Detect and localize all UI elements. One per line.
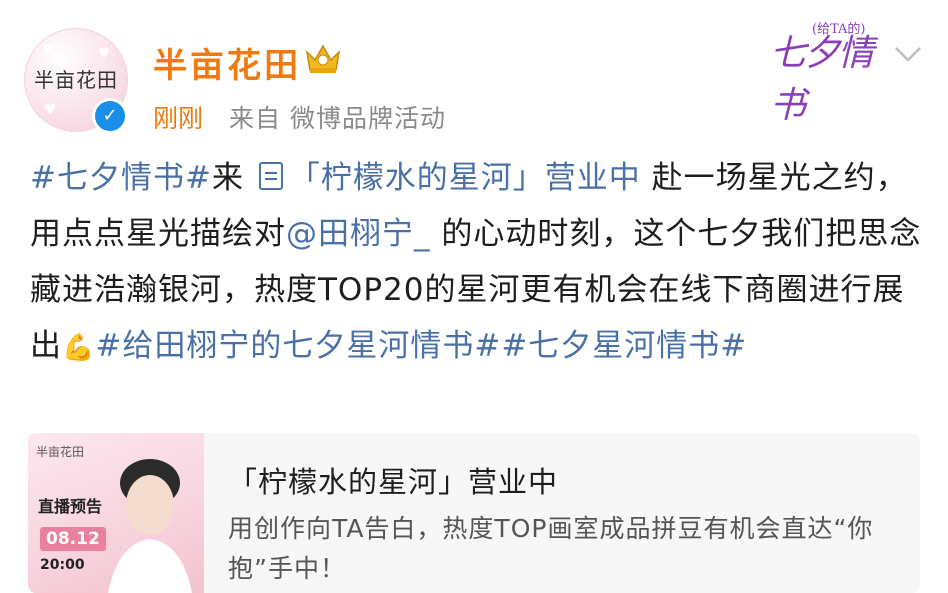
post-text-segment: 来 bbox=[211, 160, 244, 196]
person-illustration bbox=[108, 459, 192, 593]
topic-logo[interactable]: (给TA的) 七夕情书 bbox=[770, 10, 890, 126]
avatar-brand-text: 半亩花田 bbox=[34, 68, 118, 92]
card-description: 用创作向TA告白，热度TOP画室成品拼豆有机会直达“你抱”手中！ bbox=[228, 514, 874, 583]
hashtag-link[interactable]: #给田栩宁的七夕星河情书# bbox=[95, 328, 501, 364]
post-text: #七夕情书#来 「柠檬水的星河」营业中 赴一场星光之约，用点点星光描绘对@田栩宁… bbox=[30, 150, 925, 376]
mention-link[interactable]: @田栩宁_ bbox=[286, 216, 431, 252]
thumb-brand: 半亩花田 bbox=[36, 445, 85, 459]
hashtag-link[interactable]: #七夕情书# bbox=[30, 160, 212, 196]
flexed-biceps-icon: 💪 bbox=[62, 333, 96, 363]
thumb-date: 08.12 bbox=[40, 527, 106, 551]
post-source[interactable]: 来自 微博品牌活动 bbox=[229, 99, 446, 135]
hashtag-link[interactable]: #七夕星河情书# bbox=[501, 328, 747, 364]
link-card[interactable]: 半亩花田 直播预告 08.12 20:00 「柠檬水的星河」营业中 用创作向TA… bbox=[28, 433, 920, 593]
heart-icon: ♥ bbox=[42, 42, 55, 58]
username[interactable]: 半亩花田 bbox=[153, 38, 301, 87]
thumb-live-label: 直播预告 bbox=[38, 497, 103, 516]
article-link-label: 「柠檬水的星河」营业中 bbox=[288, 160, 641, 196]
heart-icon: ♥ bbox=[98, 46, 111, 62]
topic-logo-main: 七夕情书 bbox=[770, 33, 874, 126]
card-title: 「柠檬水的星河」营业中 bbox=[228, 465, 559, 499]
article-link[interactable]: 「柠檬水的星河」营业中 bbox=[255, 160, 641, 196]
card-thumbnail: 半亩花田 直播预告 08.12 20:00 bbox=[28, 433, 204, 593]
document-icon bbox=[258, 162, 283, 190]
post-time: 刚刚 bbox=[153, 104, 204, 133]
chevron-down-icon[interactable] bbox=[892, 42, 924, 66]
heart-icon: ♥ bbox=[44, 102, 57, 118]
verified-icon: ✓ bbox=[92, 98, 128, 134]
thumb-time: 20:00 bbox=[40, 557, 85, 573]
crown-badge-icon[interactable] bbox=[303, 40, 343, 76]
